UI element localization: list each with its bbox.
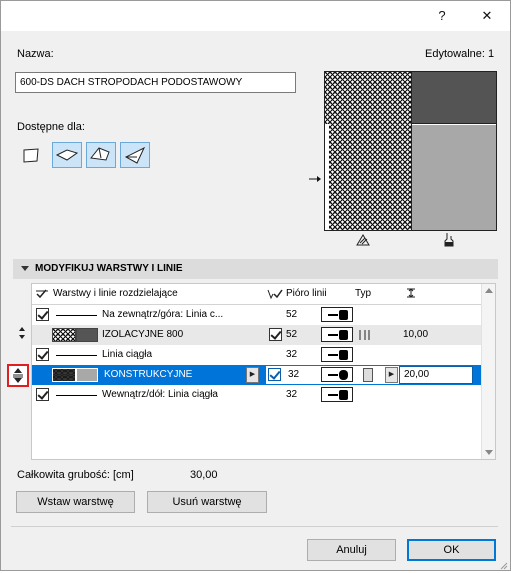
footer-divider <box>11 526 498 527</box>
slab-type-icon[interactable] <box>52 142 82 168</box>
type-column-header: Typ <box>355 288 372 299</box>
pen-number[interactable]: 32 <box>286 385 297 405</box>
preview-margin <box>325 124 329 230</box>
table-row[interactable]: Wewnątrz/dół: Linia ciągła 32 <box>32 385 495 405</box>
layer-type-icon[interactable] <box>363 368 373 382</box>
layer-label: Linia ciągła <box>102 349 153 360</box>
table-row[interactable]: Linia ciągła 32 <box>32 345 495 365</box>
row-visibility-checkbox[interactable] <box>36 308 49 321</box>
layer-label: Na zewnątrz/góra: Linia c... <box>102 309 224 320</box>
wall-type-icon[interactable] <box>17 142 47 168</box>
line-type-sample <box>56 355 97 356</box>
shell-type-icon[interactable] <box>120 142 150 168</box>
selected-drag-handle[interactable] <box>7 364 29 387</box>
title-bar: ? ✕ <box>1 1 510 31</box>
delete-layer-button[interactable]: Usuń warstwę <box>147 491 267 513</box>
name-field[interactable]: 600-DS DACH STROPODACH PODOSTAWOWY <box>15 72 296 93</box>
hatch-toggle-icon[interactable] <box>355 233 371 247</box>
fill-color-swatch[interactable] <box>76 368 98 382</box>
layer-label: Wewnątrz/dół: Linia ciągła <box>102 389 218 400</box>
scroll-down-icon[interactable] <box>485 450 493 455</box>
line-checkbox[interactable] <box>269 328 282 341</box>
line-checkbox[interactable] <box>268 368 281 381</box>
modify-layers-section-header[interactable]: MODYFIKUJ WARSTWY I LINIE <box>13 259 498 279</box>
top-layer-preview <box>412 72 496 124</box>
fill-color-swatch[interactable] <box>76 328 98 342</box>
thickness-header-icon <box>406 284 420 304</box>
bottom-layer-preview <box>412 125 496 230</box>
composite-dialog: ? ✕ Nazwa: Edytowalne: 1 600-DS DACH STR… <box>0 0 511 571</box>
roof-type-icon[interactable] <box>86 142 116 168</box>
row-visibility-checkbox[interactable] <box>36 348 49 361</box>
scroll-up-icon[interactable] <box>485 288 493 293</box>
cancel-button[interactable]: Anuluj <box>307 539 396 561</box>
pen-number[interactable]: 52 <box>286 305 297 325</box>
line-type-sample <box>56 315 97 316</box>
table-row-selected[interactable]: KONSTRUKCYJNE ▶ 32 ▶ 20,00 <box>32 365 495 385</box>
line-checkbox-cell <box>266 366 284 384</box>
available-for-label: Dostępne dla: <box>17 121 85 133</box>
table-scrollbar[interactable] <box>481 284 495 459</box>
total-thickness-value: 30,00 <box>190 469 218 481</box>
help-button[interactable]: ? <box>426 5 458 27</box>
editable-count: Edytowalne: 1 <box>425 48 495 60</box>
insert-layer-button[interactable]: Wstaw warstwę <box>16 491 135 513</box>
layers-column-header: Warstwy i linie rozdzielające <box>53 288 178 299</box>
structure-preview <box>324 71 497 231</box>
pen-swatch[interactable] <box>321 347 353 362</box>
pen-swatch[interactable] <box>321 367 353 382</box>
table-row[interactable]: Na zewnątrz/góra: Linia c... 52 <box>32 305 495 325</box>
drag-handle-icon[interactable] <box>17 327 27 339</box>
pen-number[interactable]: 32 <box>286 345 297 365</box>
preview-arrow-icon <box>309 174 323 182</box>
layer-type-icon[interactable] <box>359 329 371 341</box>
pen-number[interactable]: 52 <box>286 325 297 345</box>
pen-swatch[interactable] <box>321 327 353 342</box>
total-thickness-label: Całkowita grubość: [cm] <box>17 469 134 481</box>
line-check-header-icon <box>267 284 283 304</box>
material-popup-arrow-icon[interactable]: ▶ <box>246 367 259 383</box>
resize-grip-icon[interactable] <box>498 560 508 570</box>
table-row[interactable]: IZOLACYJNE 800 52 10,00 <box>32 325 495 345</box>
ok-button[interactable]: OK <box>407 539 496 561</box>
paint-bucket-icon[interactable] <box>442 232 456 248</box>
thickness-value[interactable]: 10,00 <box>403 325 428 345</box>
layer-label: IZOLACYJNE 800 <box>102 329 184 340</box>
type-popup-arrow-icon[interactable]: ▶ <box>385 367 398 383</box>
pen-number[interactable]: 32 <box>288 365 299 385</box>
row-visibility-checkbox[interactable] <box>36 388 49 401</box>
pen-column-header: Pióro linii <box>286 288 327 299</box>
layer-label: KONSTRUKCYJNE <box>104 369 193 380</box>
pen-swatch[interactable] <box>321 307 353 322</box>
layers-table: Warstwy i linie rozdzielające Pióro lini… <box>31 283 496 460</box>
line-type-sample <box>56 395 97 396</box>
fill-pattern-swatch[interactable] <box>52 328 76 342</box>
section-title: MODYFIKUJ WARSTWY I LINIE <box>35 263 183 274</box>
visibility-header-icon <box>35 284 49 304</box>
thickness-input[interactable]: 20,00 <box>399 366 473 384</box>
name-label: Nazwa: <box>17 48 54 60</box>
fill-pattern-swatch[interactable] <box>52 368 76 382</box>
insulation-layer-preview <box>325 72 412 230</box>
pen-swatch[interactable] <box>321 387 353 402</box>
close-button[interactable]: ✕ <box>471 5 503 27</box>
preview-divider <box>411 72 412 230</box>
collapse-triangle-icon <box>21 266 29 271</box>
